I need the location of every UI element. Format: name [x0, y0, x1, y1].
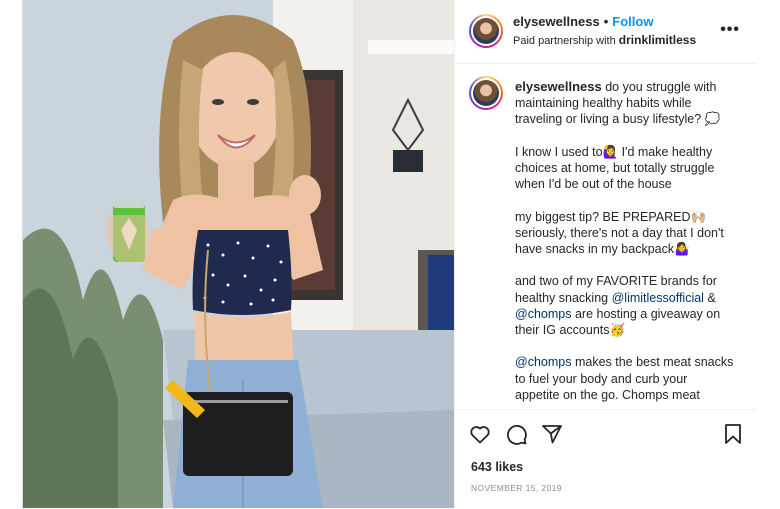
post-side-panel: elysewellness • Follow Paid partnership wi… — [454, 0, 756, 508]
paid-partnership-line: Paid partnership with drinklimitless — [513, 33, 696, 47]
bookmark-icon[interactable] — [721, 422, 745, 446]
separator-dot: • — [603, 14, 609, 29]
partner-link[interactable]: drinklimitless — [619, 33, 696, 47]
avatar-image — [473, 80, 499, 106]
caption-paragraph-3: my biggest tip? BE PREPARED🙌🏼 seriously,… — [515, 209, 724, 256]
post-header: elysewellness • Follow Paid partnership wi… — [455, 0, 756, 64]
caption-username[interactable]: elysewellness — [515, 79, 602, 94]
header-title-row: elysewellness • Follow — [513, 14, 653, 29]
caption-text: elysewellness do you struggle with maint… — [515, 79, 735, 409]
heart-icon[interactable] — [468, 422, 492, 446]
post-photo[interactable] — [23, 0, 454, 508]
caption-paragraph-2: I know I used to🙋‍♀️ I'd make healthy ch… — [515, 144, 715, 192]
photo-illustration — [23, 0, 454, 508]
caption-paragraph-5: @chomps makes the best meat snacks to fu… — [515, 354, 735, 403]
caption-avatar[interactable] — [469, 76, 503, 110]
partnership-prefix: Paid partnership with — [513, 35, 616, 47]
likes-count[interactable]: 643 likes — [471, 460, 523, 474]
mention-chomps-2[interactable]: @chomps — [515, 355, 571, 369]
action-bar: 643 likes NOVEMBER 15, 2019 — [455, 409, 756, 509]
avatar-border — [471, 78, 501, 108]
instagram-post: elysewellness • Follow Paid partnership wi… — [22, 0, 756, 508]
mention-chomps[interactable]: @chomps — [515, 307, 571, 321]
header-username[interactable]: elysewellness — [513, 14, 600, 29]
post-date: NOVEMBER 15, 2019 — [471, 483, 562, 493]
caption-p4-text-b: & — [707, 290, 716, 305]
caption-paragraph-1: elysewellness do you struggle with maint… — [515, 79, 735, 128]
mention-limitlessofficial[interactable]: @limitlessofficial — [612, 291, 704, 305]
follow-button[interactable]: Follow — [612, 14, 653, 29]
comment-icon[interactable] — [504, 422, 528, 446]
more-options-icon[interactable]: ••• — [720, 22, 740, 38]
avatar-image — [473, 18, 499, 44]
avatar-border — [471, 16, 501, 46]
send-icon[interactable] — [540, 422, 564, 446]
caption-area: elysewellness do you struggle with maint… — [455, 63, 756, 409]
caption-paragraph-4: and two of my FAVORITE brands for health… — [515, 273, 735, 338]
avatar[interactable] — [469, 14, 503, 48]
